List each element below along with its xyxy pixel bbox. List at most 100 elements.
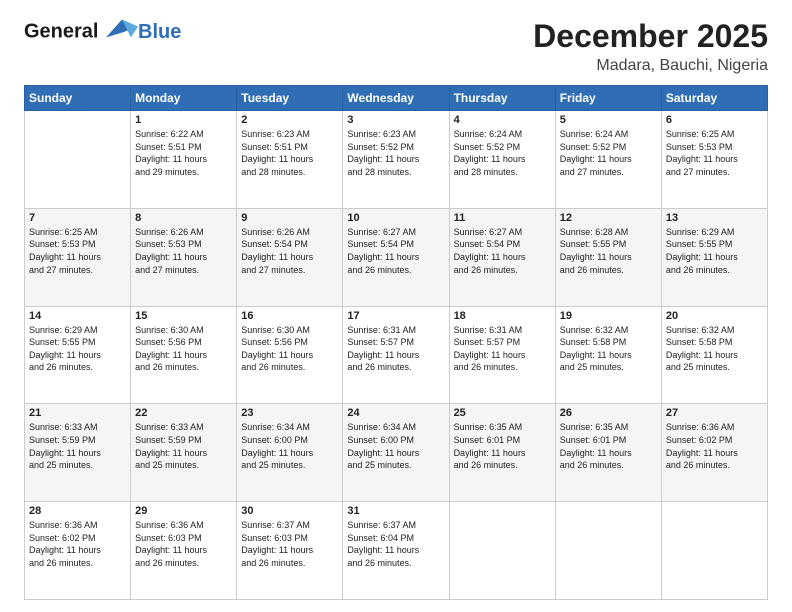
calendar-cell: 19Sunrise: 6:32 AM Sunset: 5:58 PM Dayli…: [555, 306, 661, 404]
calendar-cell: 8 Sunrise: 6:26 AM Sunset: 5:53 PM Daylig…: [131, 208, 237, 306]
day-info: Sunrise: 6:22 AM Sunset: 5:51 PM Dayligh…: [135, 128, 232, 178]
calendar-cell: 30 Sunrise: 6:37 AM Sunset: 6:03 PM Dayli…: [237, 502, 343, 600]
title-block: December 2025 Madara, Bauchi, Nigeria: [533, 18, 768, 75]
day-of-week-tuesday: Tuesday: [237, 86, 343, 111]
calendar-week-1: 1 Sunrise: 6:22 AM Sunset: 5:51 PM Daylig…: [25, 111, 768, 209]
logo-general: General: [24, 20, 98, 42]
calendar-cell: [25, 111, 131, 209]
day-info: Sunrise: 6:34 AM Sunset: 6:00 PM Dayligh…: [241, 421, 338, 471]
calendar-cell: 23 Sunrise: 6:34 AM Sunset: 6:00 PM Dayli…: [237, 404, 343, 502]
day-of-week-wednesday: Wednesday: [343, 86, 449, 111]
calendar-cell: 10 Sunrise: 6:27 AM Sunset: 5:54 PM Dayli…: [343, 208, 449, 306]
day-info: Sunrise: 6:28 AM Sunset: 5:55 PM Dayligh…: [560, 226, 657, 276]
day-info: Sunrise: 6:25 AM Sunset: 5:53 PM Dayligh…: [29, 226, 126, 276]
day-info: Sunrise: 6:31 AM Sunset: 5:57 PM Dayligh…: [454, 324, 551, 374]
main-title: December 2025: [533, 18, 768, 55]
logo-bird-icon: [106, 18, 138, 46]
day-number: 8: [135, 212, 232, 224]
day-number: 25: [454, 407, 551, 419]
calendar-cell: 16Sunrise: 6:30 AM Sunset: 5:56 PM Dayli…: [237, 306, 343, 404]
calendar-header-row: SundayMondayTuesdayWednesdayThursdayFrid…: [25, 86, 768, 111]
header: General Blue December 2025 Madara, Bauch…: [24, 18, 768, 75]
calendar-cell: 1 Sunrise: 6:22 AM Sunset: 5:51 PM Daylig…: [131, 111, 237, 209]
day-number: 20: [666, 310, 763, 322]
page: General Blue December 2025 Madara, Bauch…: [0, 0, 792, 612]
calendar-cell: 5 Sunrise: 6:24 AM Sunset: 5:52 PM Daylig…: [555, 111, 661, 209]
calendar-cell: 13 Sunrise: 6:29 AM Sunset: 5:55 PM Dayli…: [661, 208, 767, 306]
day-number: 30: [241, 505, 338, 517]
calendar-table: SundayMondayTuesdayWednesdayThursdayFrid…: [24, 85, 768, 600]
day-number: 6: [666, 114, 763, 126]
day-number: 19: [560, 310, 657, 322]
calendar-cell: 11Sunrise: 6:27 AM Sunset: 5:54 PM Dayli…: [449, 208, 555, 306]
day-number: 3: [347, 114, 444, 126]
calendar-cell: 27Sunrise: 6:36 AM Sunset: 6:02 PM Dayli…: [661, 404, 767, 502]
day-number: 24: [347, 407, 444, 419]
day-number: 26: [560, 407, 657, 419]
day-info: Sunrise: 6:31 AM Sunset: 5:57 PM Dayligh…: [347, 324, 444, 374]
day-info: Sunrise: 6:29 AM Sunset: 5:55 PM Dayligh…: [666, 226, 763, 276]
calendar-cell: 9 Sunrise: 6:26 AM Sunset: 5:54 PM Daylig…: [237, 208, 343, 306]
day-info: Sunrise: 6:23 AM Sunset: 5:51 PM Dayligh…: [241, 128, 338, 178]
day-info: Sunrise: 6:35 AM Sunset: 6:01 PM Dayligh…: [560, 421, 657, 471]
calendar-week-5: 28Sunrise: 6:36 AM Sunset: 6:02 PM Dayli…: [25, 502, 768, 600]
day-number: 2: [241, 114, 338, 126]
calendar-week-3: 14Sunrise: 6:29 AM Sunset: 5:55 PM Dayli…: [25, 306, 768, 404]
day-number: 22: [135, 407, 232, 419]
day-info: Sunrise: 6:25 AM Sunset: 5:53 PM Dayligh…: [666, 128, 763, 178]
day-number: 5: [560, 114, 657, 126]
day-number: 13: [666, 212, 763, 224]
calendar-week-2: 7 Sunrise: 6:25 AM Sunset: 5:53 PM Daylig…: [25, 208, 768, 306]
day-info: Sunrise: 6:34 AM Sunset: 6:00 PM Dayligh…: [347, 421, 444, 471]
calendar-cell: 12 Sunrise: 6:28 AM Sunset: 5:55 PM Dayli…: [555, 208, 661, 306]
day-info: Sunrise: 6:37 AM Sunset: 6:03 PM Dayligh…: [241, 519, 338, 569]
day-number: 4: [454, 114, 551, 126]
calendar-cell: 31Sunrise: 6:37 AM Sunset: 6:04 PM Dayli…: [343, 502, 449, 600]
day-number: 10: [347, 212, 444, 224]
day-number: 17: [347, 310, 444, 322]
day-number: 12: [560, 212, 657, 224]
day-of-week-thursday: Thursday: [449, 86, 555, 111]
day-info: Sunrise: 6:24 AM Sunset: 5:52 PM Dayligh…: [560, 128, 657, 178]
calendar-cell: 29Sunrise: 6:36 AM Sunset: 6:03 PM Dayli…: [131, 502, 237, 600]
day-info: Sunrise: 6:33 AM Sunset: 5:59 PM Dayligh…: [135, 421, 232, 471]
day-number: 7: [29, 212, 126, 224]
day-info: Sunrise: 6:27 AM Sunset: 5:54 PM Dayligh…: [347, 226, 444, 276]
day-info: Sunrise: 6:23 AM Sunset: 5:52 PM Dayligh…: [347, 128, 444, 178]
day-info: Sunrise: 6:26 AM Sunset: 5:53 PM Dayligh…: [135, 226, 232, 276]
day-info: Sunrise: 6:26 AM Sunset: 5:54 PM Dayligh…: [241, 226, 338, 276]
calendar-cell: 6 Sunrise: 6:25 AM Sunset: 5:53 PM Daylig…: [661, 111, 767, 209]
calendar-cell: 3 Sunrise: 6:23 AM Sunset: 5:52 PM Daylig…: [343, 111, 449, 209]
day-of-week-saturday: Saturday: [661, 86, 767, 111]
calendar-cell: [449, 502, 555, 600]
day-info: Sunrise: 6:30 AM Sunset: 5:56 PM Dayligh…: [241, 324, 338, 374]
day-info: Sunrise: 6:37 AM Sunset: 6:04 PM Dayligh…: [347, 519, 444, 569]
day-info: Sunrise: 6:29 AM Sunset: 5:55 PM Dayligh…: [29, 324, 126, 374]
subtitle: Madara, Bauchi, Nigeria: [533, 57, 768, 75]
day-info: Sunrise: 6:27 AM Sunset: 5:54 PM Dayligh…: [454, 226, 551, 276]
day-info: Sunrise: 6:35 AM Sunset: 6:01 PM Dayligh…: [454, 421, 551, 471]
day-number: 9: [241, 212, 338, 224]
calendar-cell: 18Sunrise: 6:31 AM Sunset: 5:57 PM Dayli…: [449, 306, 555, 404]
calendar-cell: 15Sunrise: 6:30 AM Sunset: 5:56 PM Dayli…: [131, 306, 237, 404]
day-number: 23: [241, 407, 338, 419]
calendar-cell: 24 Sunrise: 6:34 AM Sunset: 6:00 PM Dayli…: [343, 404, 449, 502]
calendar-cell: 21Sunrise: 6:33 AM Sunset: 5:59 PM Dayli…: [25, 404, 131, 502]
calendar-cell: [555, 502, 661, 600]
day-of-week-monday: Monday: [131, 86, 237, 111]
calendar-cell: 2 Sunrise: 6:23 AM Sunset: 5:51 PM Daylig…: [237, 111, 343, 209]
calendar-cell: 4Sunrise: 6:24 AM Sunset: 5:52 PM Daylig…: [449, 111, 555, 209]
calendar-cell: [661, 502, 767, 600]
calendar-cell: 17 Sunrise: 6:31 AM Sunset: 5:57 PM Dayli…: [343, 306, 449, 404]
calendar-cell: 22 Sunrise: 6:33 AM Sunset: 5:59 PM Dayli…: [131, 404, 237, 502]
day-number: 29: [135, 505, 232, 517]
day-of-week-sunday: Sunday: [25, 86, 131, 111]
calendar-cell: 26 Sunrise: 6:35 AM Sunset: 6:01 PM Dayli…: [555, 404, 661, 502]
day-number: 1: [135, 114, 232, 126]
day-info: Sunrise: 6:33 AM Sunset: 5:59 PM Dayligh…: [29, 421, 126, 471]
day-info: Sunrise: 6:30 AM Sunset: 5:56 PM Dayligh…: [135, 324, 232, 374]
logo-blue: Blue: [138, 21, 181, 44]
calendar-cell: 28Sunrise: 6:36 AM Sunset: 6:02 PM Dayli…: [25, 502, 131, 600]
day-number: 28: [29, 505, 126, 517]
calendar-cell: 7 Sunrise: 6:25 AM Sunset: 5:53 PM Daylig…: [25, 208, 131, 306]
